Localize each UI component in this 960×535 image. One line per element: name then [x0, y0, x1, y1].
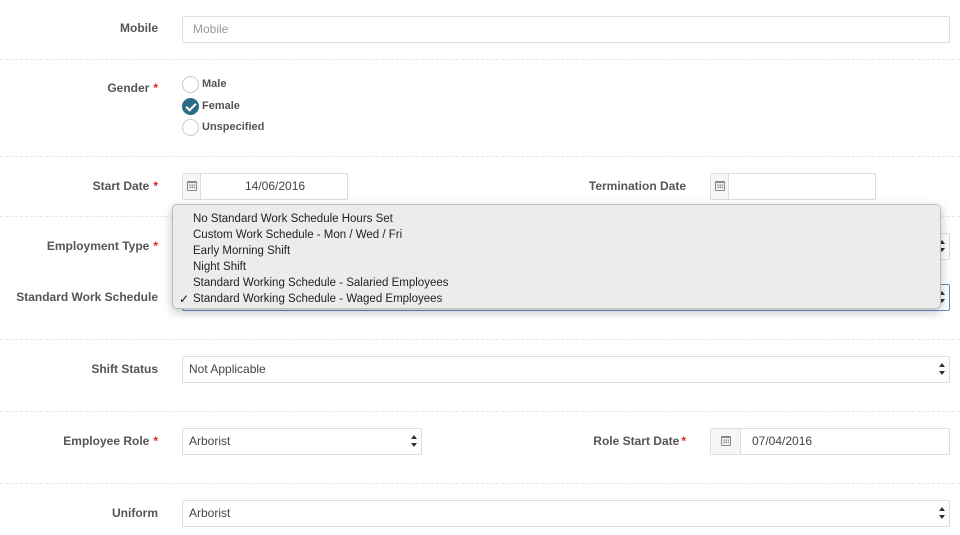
employee-role-select[interactable]: Arborist — [182, 428, 422, 455]
radio-female-checked[interactable] — [182, 97, 199, 115]
radio-label-unspecified: Unspecified — [202, 121, 265, 133]
uniform-select[interactable]: Arborist — [182, 500, 950, 527]
check-icon: ✓ — [179, 292, 190, 306]
standard-work-schedule-label: Standard Work Schedule — [16, 290, 158, 304]
start-date-calendar-button[interactable] — [183, 174, 201, 199]
dropdown-option[interactable]: Night Shift — [173, 259, 940, 275]
employee-role-value: Arborist — [189, 434, 231, 448]
role-start-date-value: 07/04/2016 — [752, 434, 813, 448]
employee-role-label: Employee Role * — [63, 434, 158, 448]
start-date-field[interactable]: 14/06/2016 — [182, 173, 348, 200]
calendar-icon — [721, 436, 731, 446]
gender-option-female[interactable]: Female — [182, 97, 240, 115]
calendar-icon — [187, 181, 197, 191]
uniform-label: Uniform — [112, 506, 158, 520]
required-marker: * — [153, 434, 158, 448]
dropdown-option[interactable]: Standard Working Schedule - Salaried Emp… — [173, 275, 940, 291]
gender-option-unspecified[interactable]: Unspecified — [182, 118, 264, 136]
required-marker: * — [153, 239, 158, 253]
dropdown-option[interactable]: Custom Work Schedule - Mon / Wed / Fri — [173, 227, 940, 243]
row-divider — [0, 59, 960, 60]
row-divider — [0, 156, 960, 157]
radio-unspecified[interactable] — [182, 118, 199, 136]
required-marker: * — [153, 81, 158, 95]
required-marker: * — [681, 434, 686, 448]
updown-arrows-icon — [939, 507, 945, 519]
start-date-label: Start Date * — [92, 179, 158, 193]
row-divider — [0, 339, 960, 340]
shift-status-label: Shift Status — [91, 362, 158, 376]
termination-date-field[interactable] — [710, 173, 876, 200]
role-start-date-label: Role Start Date * — [593, 434, 686, 448]
termination-date-calendar-button[interactable] — [711, 174, 729, 199]
gender-label: Gender * — [107, 81, 158, 95]
role-start-date-field[interactable]: 07/04/2016 — [710, 428, 950, 455]
updown-arrows-icon — [411, 435, 417, 447]
updown-arrows-icon — [939, 363, 945, 375]
mobile-input[interactable]: Mobile — [182, 16, 950, 43]
radio-label-male: Male — [202, 78, 227, 90]
radio-male[interactable] — [182, 75, 199, 93]
dropdown-option-selected[interactable]: ✓ Standard Working Schedule - Waged Empl… — [173, 291, 940, 307]
calendar-icon — [715, 181, 725, 191]
mobile-placeholder: Mobile — [193, 22, 229, 36]
row-divider — [0, 411, 960, 412]
termination-date-label: Termination Date — [588, 179, 686, 193]
required-marker: * — [153, 179, 158, 193]
employment-type-label: Employment Type * — [46, 239, 158, 253]
shift-status-value: Not Applicable — [189, 362, 266, 376]
uniform-value: Arborist — [189, 506, 231, 520]
radio-label-female: Female — [202, 100, 240, 112]
start-date-value: 14/06/2016 — [245, 179, 306, 193]
dropdown-option[interactable]: Early Morning Shift — [173, 243, 940, 259]
mobile-label: Mobile — [120, 21, 158, 35]
standard-work-schedule-dropdown[interactable]: No Standard Work Schedule Hours Set Cust… — [172, 204, 941, 309]
row-divider — [0, 483, 960, 484]
shift-status-select[interactable]: Not Applicable — [182, 356, 950, 383]
dropdown-option[interactable]: No Standard Work Schedule Hours Set — [173, 211, 940, 227]
gender-option-male[interactable]: Male — [182, 75, 226, 93]
role-start-date-calendar-button[interactable] — [711, 429, 741, 454]
